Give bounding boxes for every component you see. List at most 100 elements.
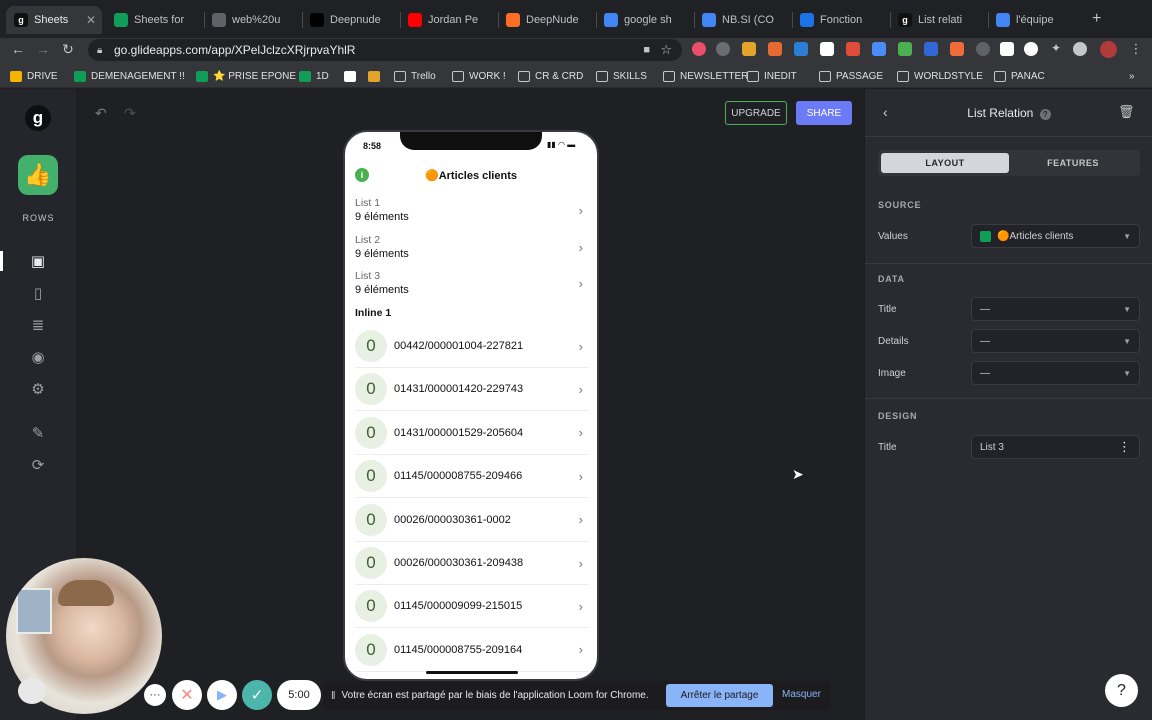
layout-icon[interactable]: ▣ <box>28 251 48 271</box>
bookmark-item[interactable]: WORLDSTYLE <box>897 68 983 84</box>
gear-icon[interactable]: ⚙ <box>28 379 48 399</box>
extension-icon[interactable] <box>768 42 782 56</box>
list-relation-item[interactable]: List 1 9 éléments › <box>355 197 589 233</box>
browser-tab[interactable]: Deepnude <box>302 6 398 34</box>
bookmark-item[interactable] <box>368 68 385 84</box>
share-button[interactable]: SHARE <box>796 101 852 125</box>
more-icon[interactable]: ··· <box>144 684 166 706</box>
extension-icon[interactable] <box>1073 42 1087 56</box>
list-item[interactable]: 0 01145/000009099-215015 › <box>355 585 589 629</box>
finish-recording-button[interactable]: ✓ <box>242 680 272 710</box>
phone-icon[interactable]: ▯ <box>28 283 48 303</box>
stop-sharing-button[interactable]: Arrêter le partage <box>666 684 773 707</box>
extension-icon[interactable] <box>976 42 990 56</box>
extension-icon[interactable] <box>692 42 706 56</box>
browser-tab[interactable]: NB.SI (CO <box>694 6 790 34</box>
bookmark-item[interactable]: DRIVE <box>10 68 58 84</box>
extension-icon[interactable] <box>924 42 938 56</box>
app-icon[interactable]: 👍 <box>18 155 58 195</box>
list-item[interactable]: 0 01145/000008755-209164 › <box>355 629 589 672</box>
pen-icon[interactable]: ✎ <box>28 423 48 443</box>
refresh-icon[interactable]: ⟳ <box>28 455 48 475</box>
extension-icon[interactable] <box>794 42 808 56</box>
image-select[interactable]: — ▼ <box>971 361 1140 385</box>
tab-features[interactable]: FEATURES <box>1009 153 1137 173</box>
values-select[interactable]: 🟠Articles clients ▼ <box>971 224 1140 248</box>
extension-icon[interactable] <box>820 42 834 56</box>
extension-icon[interactable] <box>950 42 964 56</box>
more-bookmarks-icon[interactable]: » <box>1129 68 1135 84</box>
browser-tab[interactable]: l'équipe <box>988 6 1084 34</box>
reload-icon[interactable]: ↻ <box>58 41 78 58</box>
details-select[interactable]: — ▼ <box>971 329 1140 353</box>
more-vertical-icon[interactable]: ⋮ <box>1118 439 1131 455</box>
avatar[interactable] <box>1100 41 1117 58</box>
hide-button[interactable]: Masquer <box>782 689 821 700</box>
browser-tab[interactable]: web%20u <box>204 6 300 34</box>
trash-icon[interactable]: 🗑︎ <box>1118 104 1135 120</box>
bookmark-item[interactable] <box>344 68 361 84</box>
back-icon[interactable]: ← <box>8 41 28 57</box>
extension-icon[interactable] <box>846 42 860 56</box>
list-item[interactable]: 0 01431/000001529-205604 › <box>355 412 589 455</box>
browser-tab-label: Fonction <box>820 14 863 26</box>
database-icon[interactable]: ≣ <box>28 315 48 335</box>
tab-layout[interactable]: LAYOUT <box>881 153 1009 173</box>
puzzle-icon[interactable]: ✦ <box>1046 41 1066 55</box>
undo-icon[interactable]: ↶ <box>95 105 107 122</box>
help-button[interactable]: ? <box>1105 674 1138 707</box>
cancel-recording-button[interactable]: ✕ <box>172 680 202 710</box>
address-bar[interactable]: 🔒︎ go.glideapps.com/app/XPelJclzcXRjrpva… <box>88 39 682 61</box>
design-title-input[interactable]: List 3 ⋮ <box>971 435 1140 459</box>
browser-tab[interactable]: DeepNude <box>498 6 594 34</box>
browser-tab[interactable]: Jordan Pe <box>400 6 496 34</box>
bookmark-item[interactable]: SKILLS <box>596 68 647 84</box>
list-item[interactable]: 0 01431/000001420-229743 › <box>355 368 589 412</box>
browser-tab[interactable]: g List relati <box>890 6 986 34</box>
extension-icon[interactable] <box>742 42 756 56</box>
design-section-label: DESIGN <box>878 411 918 421</box>
new-tab-icon[interactable]: + <box>1092 10 1101 28</box>
camera-icon[interactable]: ■ <box>643 44 650 56</box>
bookmark-item[interactable]: 1D <box>299 68 329 84</box>
share-message: Votre écran est partagé par le biais de … <box>341 690 649 701</box>
list-item[interactable]: 0 00026/000030361-0002 › <box>355 499 589 542</box>
browser-tab[interactable]: g Sheets ✕ <box>6 6 102 34</box>
bookmark-item[interactable]: ⭐ PRISE EPONE <box>196 68 296 84</box>
bookmark-item[interactable]: Trello <box>394 68 436 84</box>
extension-icon[interactable] <box>1024 42 1038 56</box>
list-relation-item[interactable]: List 2 9 éléments › <box>355 234 589 270</box>
star-icon[interactable]: ☆ <box>660 42 672 58</box>
list-item[interactable]: 0 00442/000001004-227821 › <box>355 325 589 368</box>
bookmark-item[interactable]: INEDIT <box>747 68 797 84</box>
redo-icon[interactable]: ↷ <box>124 105 136 122</box>
close-tab-icon[interactable]: ✕ <box>86 13 96 27</box>
extension-icon[interactable] <box>1000 42 1014 56</box>
help-circle-icon[interactable]: ? <box>1039 109 1051 120</box>
extension-icon[interactable] <box>898 42 912 56</box>
bookmark-item[interactable]: DEMENAGEMENT !! <box>74 68 185 84</box>
list-item[interactable]: 0 00026/000030361-209438 › <box>355 542 589 585</box>
browser-tab[interactable]: google sh <box>596 6 692 34</box>
bookmark-item[interactable]: PASSAGE <box>819 68 883 84</box>
browser-tab[interactable]: Fonction <box>792 6 888 34</box>
glide-logo[interactable]: g <box>25 105 51 131</box>
status-icons: ▮▮ ◠ ▬ <box>547 140 576 149</box>
browser-tab[interactable]: Sheets for <box>106 6 202 34</box>
extension-icon[interactable] <box>716 42 730 56</box>
bookmark-item[interactable]: CR & CRD <box>518 68 583 84</box>
bookmark-item[interactable]: NEWSLETTER <box>663 68 748 84</box>
user-icon[interactable]: ◉ <box>28 347 48 367</box>
list-item[interactable]: 0 01145/000008755-209466 › <box>355 455 589 499</box>
bookmark-item[interactable]: PANAC <box>994 68 1045 84</box>
bookmark-item[interactable]: WORK ! <box>452 68 506 84</box>
menu-icon[interactable]: ⋮ <box>1126 41 1146 57</box>
extension-icon[interactable] <box>872 42 886 56</box>
folder-icon <box>596 70 608 82</box>
list-relation-item[interactable]: List 3 9 éléments › <box>355 270 589 306</box>
forward-icon[interactable]: → <box>33 41 53 57</box>
bookmark-label: WORK ! <box>469 70 506 82</box>
upgrade-button[interactable]: UPGRADE <box>725 101 787 125</box>
title-select[interactable]: — ▼ <box>971 297 1140 321</box>
pause-recording-button[interactable]: ▶ <box>207 680 237 710</box>
